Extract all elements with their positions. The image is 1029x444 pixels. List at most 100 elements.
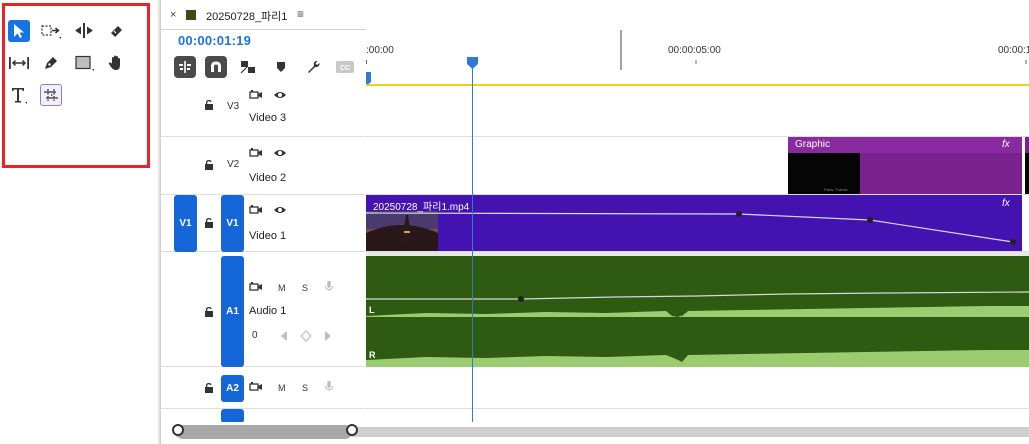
- previous-keyframe-icon[interactable]: [277, 330, 291, 342]
- sequence-tab[interactable]: × 20250728_파리1 ≡: [161, 0, 1029, 30]
- track-header-v1: V1 V1 Video 1: [161, 195, 365, 252]
- mute-button[interactable]: M: [278, 383, 286, 393]
- track-headers: V3 Video 3 V2 Video 2 V1 V1 Video 1 A1 M…: [161, 86, 365, 444]
- lock-icon[interactable]: [203, 306, 215, 318]
- sync-lock-icon[interactable]: [249, 204, 263, 216]
- add-marker-button[interactable]: [270, 56, 292, 78]
- lane-v3[interactable]: [366, 86, 1029, 137]
- graphic-thumbnail-text: Paris, France: [824, 187, 848, 192]
- razor-tool[interactable]: [105, 20, 127, 42]
- playhead-handle[interactable]: [467, 57, 478, 69]
- ripple-edit-icon: [75, 23, 93, 38]
- track-target-next[interactable]: [221, 409, 244, 423]
- sequence-color-swatch: [186, 10, 196, 20]
- ruler-label-5s: 00:00:05:00: [668, 45, 721, 56]
- insert-nest-toggle[interactable]: [174, 56, 196, 78]
- rectangle-icon: [75, 55, 94, 71]
- tools-panel: [0, 0, 155, 444]
- lock-icon[interactable]: [203, 99, 215, 111]
- track-header-v3: V3 Video 3: [161, 86, 365, 137]
- lock-icon[interactable]: [203, 217, 215, 229]
- svg-text:CC: CC: [340, 65, 350, 72]
- lane-a2[interactable]: [366, 367, 1029, 409]
- volume-knob[interactable]: 0: [252, 330, 258, 341]
- track-header-a1: A1 M S Audio 1 0: [161, 256, 365, 367]
- eye-icon[interactable]: [273, 89, 287, 101]
- microphone-icon[interactable]: [322, 280, 336, 292]
- type-tool[interactable]: [8, 84, 30, 106]
- pen-icon: [45, 57, 57, 69]
- eye-icon[interactable]: [273, 204, 287, 216]
- marker-icon: [277, 62, 285, 72]
- track-select-forward-tool[interactable]: [40, 20, 62, 42]
- sync-lock-icon[interactable]: [249, 89, 263, 101]
- playhead-timecode[interactable]: 00:00:01:19: [178, 33, 251, 48]
- razor-icon: [111, 26, 122, 37]
- slip-icon: [9, 57, 29, 69]
- track-target-a2[interactable]: A2: [221, 375, 244, 402]
- track-target-a1[interactable]: A1: [221, 256, 244, 367]
- ruler-label-10s: 00:00:1: [998, 45, 1029, 56]
- sequence-tab-title[interactable]: 20250728_파리1: [206, 8, 287, 24]
- magnet-icon: [211, 61, 221, 72]
- eye-icon[interactable]: [273, 147, 287, 159]
- solo-button[interactable]: S: [302, 383, 308, 393]
- next-keyframe-icon[interactable]: [321, 330, 335, 342]
- lock-icon[interactable]: [203, 382, 215, 394]
- lock-icon[interactable]: [203, 159, 215, 171]
- nest-sequence-icon: [179, 61, 191, 73]
- snap-toggle[interactable]: [205, 56, 227, 78]
- timeline-panel: × 20250728_파리1 ≡ 00:00:01:19 CC:00:00 0…: [161, 0, 1029, 444]
- ruler-ticks: [366, 30, 1027, 86]
- graphic-clip-label: Graphic: [795, 139, 831, 150]
- hand-icon: [108, 55, 120, 70]
- type-icon: [12, 88, 27, 104]
- track-name-a1[interactable]: Audio 1: [249, 305, 286, 317]
- scroll-thumb[interactable]: [176, 425, 352, 439]
- hand-tool[interactable]: [105, 52, 127, 74]
- add-keyframe-icon[interactable]: [299, 330, 313, 342]
- microphone-icon[interactable]: [322, 380, 336, 392]
- track-id-v2: V2: [227, 159, 240, 170]
- timeline-settings-button[interactable]: [302, 56, 324, 78]
- tab-close-button[interactable]: ×: [170, 9, 176, 21]
- source-patch-v1[interactable]: V1: [174, 195, 197, 252]
- scroll-zoom-left-handle[interactable]: [172, 424, 184, 436]
- remix-tool[interactable]: [40, 84, 62, 106]
- audio-channel-left: L: [369, 305, 375, 315]
- sync-lock-icon[interactable]: [249, 281, 263, 293]
- premiere-workspace: × 20250728_파리1 ≡ 00:00:01:19 CC:00:00 0…: [0, 0, 1029, 444]
- track-lanes[interactable]: Paris, France Graphic fx 20250728_파리1.mp…: [366, 86, 1029, 422]
- track-id-v3: V3: [227, 101, 240, 112]
- slip-tool[interactable]: [8, 52, 30, 74]
- track-name-v3[interactable]: Video 3: [249, 112, 286, 124]
- graphic-clip-next-thumbnail: [1025, 153, 1029, 194]
- sync-lock-icon[interactable]: [249, 147, 263, 159]
- track-header-v2: V2 Video 2: [161, 137, 365, 195]
- captions-button[interactable]: CC: [334, 56, 356, 78]
- selection-tool[interactable]: [8, 20, 30, 42]
- tab-menu-icon[interactable]: ≡: [297, 7, 304, 21]
- sync-lock-icon[interactable]: [249, 381, 263, 393]
- video-opacity-rubberband[interactable]: [366, 195, 1029, 251]
- rectangle-tool[interactable]: [73, 52, 95, 74]
- solo-button[interactable]: S: [302, 283, 308, 293]
- timeline-horizontal-scrollbar[interactable]: [161, 422, 1029, 444]
- time-ruler[interactable]: :00:00 00:00:05:00 00:00:1: [366, 30, 1029, 86]
- track-select-forward-icon: [41, 25, 61, 39]
- mute-button[interactable]: M: [278, 283, 286, 293]
- ruler-label-0: :00:00: [366, 45, 394, 56]
- wrench-icon: [308, 61, 320, 73]
- linked-selection-toggle[interactable]: [237, 56, 259, 78]
- pen-tool[interactable]: [40, 52, 62, 74]
- audio-channel-right: R: [369, 350, 376, 360]
- track-name-v1[interactable]: Video 1: [249, 230, 286, 242]
- ripple-edit-tool[interactable]: [73, 20, 95, 42]
- playhead-line[interactable]: [472, 62, 473, 424]
- graphic-clip-fx-badge[interactable]: fx: [1002, 139, 1010, 150]
- scroll-zoom-right-handle[interactable]: [346, 424, 358, 436]
- track-header-a2: A2 M S: [161, 367, 365, 409]
- track-name-v2[interactable]: Video 2: [249, 172, 286, 184]
- captions-icon: CC: [336, 61, 354, 73]
- track-target-v1[interactable]: V1: [221, 195, 244, 252]
